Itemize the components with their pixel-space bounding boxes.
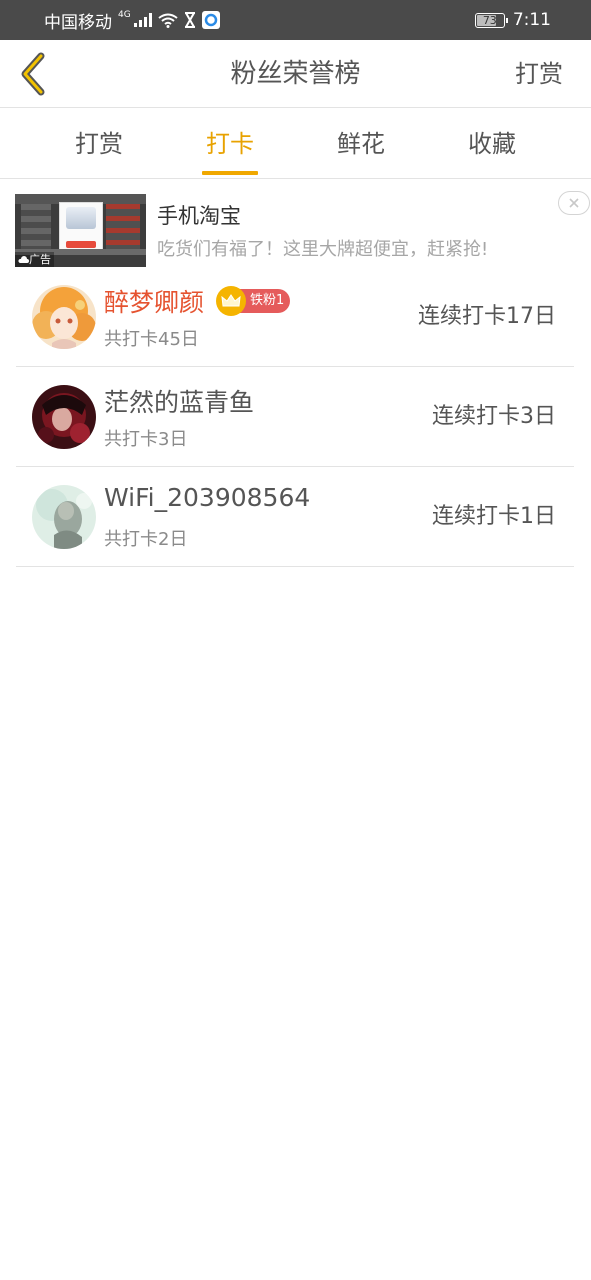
ad-title: 手机淘宝	[157, 204, 241, 228]
fan-level-badge: 铁粉1	[240, 289, 291, 313]
list-item[interactable]: 醉梦卿颜 铁粉1 共打卡45日 连续打卡17日	[16, 267, 574, 367]
reward-button[interactable]: 打赏	[515, 40, 563, 108]
list-item[interactable]: WiFi_203908564 共打卡2日 连续打卡1日	[16, 467, 574, 567]
list-item[interactable]: 茫然的蓝青鱼 共打卡3日 连续打卡3日	[16, 367, 574, 467]
network-type: 4G	[118, 10, 131, 20]
fan-name: 茫然的蓝青鱼	[104, 388, 255, 417]
checkin-total: 共打卡2日	[104, 529, 188, 550]
tab-favorites[interactable]: 收藏	[437, 109, 547, 179]
back-button[interactable]	[14, 52, 54, 96]
ad-close-button[interactable]	[558, 191, 590, 215]
ad-badge: 广告	[15, 252, 54, 267]
fan-badge: 铁粉1	[216, 286, 291, 316]
checkin-total: 共打卡3日	[104, 429, 188, 450]
battery-icon: 73	[474, 12, 508, 28]
battery-level: 73	[482, 13, 497, 27]
checkin-streak: 连续打卡17日	[418, 304, 556, 329]
tab-reward[interactable]: 打赏	[44, 109, 154, 179]
ad-image: 广告	[15, 194, 146, 267]
signal-icon	[133, 13, 152, 27]
ad-description: 吃货们有福了！这里大牌超便宜，赶紧抢!	[157, 239, 489, 260]
checkin-total: 共打卡45日	[104, 329, 199, 350]
tab-checkin[interactable]: 打卡	[175, 109, 285, 179]
crown-icon	[216, 286, 246, 316]
header: 粉丝荣誉榜 打赏	[0, 40, 591, 108]
tab-label: 打赏	[75, 130, 123, 158]
avatar	[32, 285, 96, 349]
checkin-streak: 连续打卡3日	[432, 404, 556, 429]
cloud-icon	[18, 256, 29, 263]
chevron-left-icon	[21, 52, 45, 96]
tab-label: 鲜花	[337, 130, 385, 158]
status-left: 中国移动 4G	[44, 0, 220, 40]
tab-label: 收藏	[468, 130, 516, 158]
fan-name: WiFi_203908564	[104, 483, 311, 512]
tab-label: 打卡	[206, 130, 254, 158]
hourglass-icon	[184, 12, 195, 28]
ad-banner[interactable]: 广告 手机淘宝 吃货们有福了！这里大牌超便宜，赶紧抢!	[0, 190, 591, 270]
status-right: 73 7:11	[474, 0, 551, 40]
close-icon	[569, 198, 579, 208]
app-notification-icon	[201, 11, 220, 29]
tab-active-indicator	[202, 171, 258, 175]
page-title: 粉丝荣誉榜	[230, 59, 361, 89]
fan-name: 醉梦卿颜	[104, 288, 205, 317]
wifi-icon	[158, 13, 178, 28]
clock: 7:11	[512, 10, 551, 30]
tab-flowers[interactable]: 鲜花	[306, 109, 416, 179]
checkin-streak: 连续打卡1日	[432, 504, 556, 529]
status-bar: 中国移动 4G 73 7:11	[0, 0, 591, 40]
avatar	[32, 485, 96, 549]
tab-bar: 打赏 打卡 鲜花 收藏	[0, 109, 591, 179]
carrier-name: 中国移动	[44, 12, 112, 33]
avatar	[32, 385, 96, 449]
